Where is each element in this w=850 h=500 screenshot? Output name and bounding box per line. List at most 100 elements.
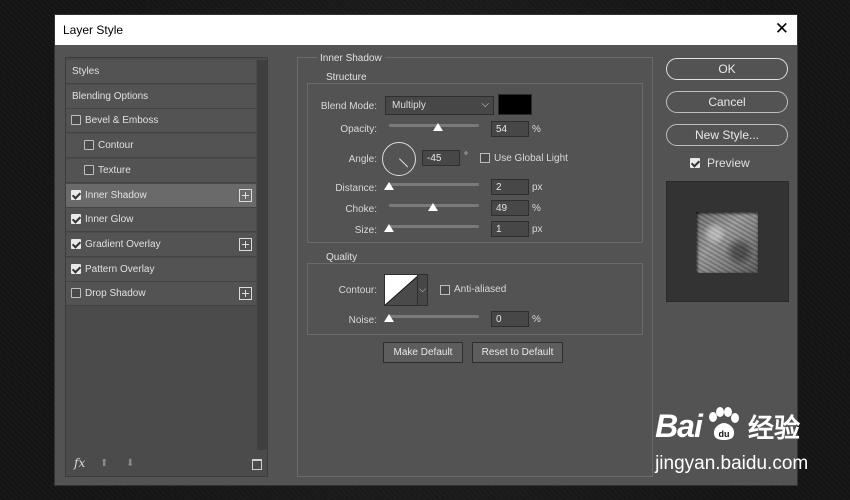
opacity-slider-thumb[interactable] bbox=[432, 123, 443, 131]
choke-slider-thumb[interactable] bbox=[428, 203, 439, 211]
sidebar-item-label: Styles bbox=[72, 66, 100, 77]
sidebar-item-label: Inner Glow bbox=[85, 214, 134, 226]
distance-input[interactable]: 2 bbox=[491, 179, 529, 195]
angle-input[interactable]: -45 bbox=[422, 150, 460, 166]
distance-slider-thumb[interactable] bbox=[384, 182, 394, 190]
angle-label: Angle: bbox=[348, 154, 377, 165]
blend-mode-label: Blend Mode: bbox=[320, 101, 377, 112]
noise-slider-thumb[interactable] bbox=[384, 314, 394, 322]
blend-mode-select[interactable]: Multiply ⌵ bbox=[385, 96, 494, 115]
chevron-down-icon: ⌵ bbox=[481, 99, 489, 110]
opacity-unit: % bbox=[532, 124, 541, 135]
anti-aliased-label: Anti-aliased bbox=[454, 284, 507, 295]
make-default-button[interactable]: Make Default bbox=[383, 342, 463, 363]
sidebar-item-drop-shadow[interactable]: Drop Shadow bbox=[66, 282, 256, 307]
ok-button[interactable]: OK bbox=[666, 58, 788, 80]
sidebar-item-label: Gradient Overlay bbox=[85, 238, 161, 250]
styles-list-scrollbar[interactable] bbox=[257, 60, 267, 450]
size-input[interactable]: 1 bbox=[491, 221, 529, 237]
opacity-label: Opacity: bbox=[340, 124, 377, 135]
choke-unit: % bbox=[532, 203, 541, 214]
sidebar-item-label: Texture bbox=[98, 164, 131, 176]
noise-unit: % bbox=[532, 314, 541, 325]
blend-mode-value: Multiply bbox=[392, 100, 426, 111]
sidebar-item-label: Bevel & Emboss bbox=[85, 115, 159, 127]
angle-unit: ° bbox=[464, 151, 468, 162]
distance-slider[interactable] bbox=[384, 182, 479, 190]
sidebar-item-texture[interactable]: Texture bbox=[66, 158, 256, 183]
opacity-slider[interactable] bbox=[389, 123, 479, 131]
choke-label: Choke: bbox=[345, 204, 377, 215]
noise-label: Noise: bbox=[348, 315, 377, 326]
sidebar-item-checkbox[interactable] bbox=[71, 238, 81, 249]
watermark-url: jingyan.baidu.com bbox=[655, 453, 809, 474]
trash-icon[interactable] bbox=[252, 459, 262, 470]
preview-box bbox=[666, 181, 789, 302]
contour-curve-icon bbox=[385, 275, 419, 305]
sidebar-item-checkbox[interactable] bbox=[71, 115, 81, 126]
size-unit: px bbox=[532, 224, 543, 235]
watermark: Bai du 经验 jingyan.baidu.com bbox=[655, 407, 808, 474]
svg-text:du: du bbox=[718, 429, 729, 439]
size-slider[interactable] bbox=[384, 224, 479, 232]
use-global-light-checkbox[interactable] bbox=[480, 153, 490, 163]
sidebar-item-checkbox[interactable] bbox=[84, 164, 94, 175]
sidebar-item-contour[interactable]: Contour bbox=[66, 134, 256, 159]
sidebar-item-blending-options[interactable]: Blending Options bbox=[66, 84, 256, 109]
sidebar-item-checkbox[interactable] bbox=[71, 189, 81, 200]
size-label: Size: bbox=[354, 225, 377, 236]
add-effect-icon[interactable] bbox=[239, 188, 252, 202]
paw-logo-icon: du bbox=[708, 407, 739, 440]
sidebar-item-inner-shadow[interactable]: Inner Shadow bbox=[66, 183, 256, 208]
distance-label: Distance: bbox=[335, 183, 377, 194]
sidebar-item-label: Drop Shadow bbox=[85, 288, 146, 300]
contour-dropdown[interactable]: ⌵ bbox=[417, 274, 428, 306]
choke-input[interactable]: 49 bbox=[491, 200, 529, 216]
quality-title: Quality bbox=[323, 252, 361, 263]
add-effect-icon[interactable] bbox=[239, 237, 252, 251]
choke-slider[interactable] bbox=[389, 203, 479, 211]
contour-preview[interactable] bbox=[384, 274, 420, 306]
sidebar-item-label: Blending Options bbox=[72, 90, 149, 102]
dialog-title: Layer Style bbox=[63, 23, 124, 37]
noise-input[interactable]: 0 bbox=[491, 311, 529, 327]
close-icon[interactable]: ✕ bbox=[775, 19, 789, 39]
sidebar-item-checkbox[interactable] bbox=[71, 263, 81, 274]
sidebar-item-gradient-overlay[interactable]: Gradient Overlay bbox=[66, 232, 256, 257]
size-slider-thumb[interactable] bbox=[384, 224, 394, 232]
add-effect-icon[interactable] bbox=[239, 287, 252, 301]
preview-label: Preview bbox=[707, 156, 750, 170]
angle-dial-hand bbox=[399, 158, 409, 168]
sidebar-item-label: Inner Shadow bbox=[85, 189, 147, 201]
cancel-button[interactable]: Cancel bbox=[666, 91, 788, 113]
move-up-icon[interactable]: ⬆ bbox=[100, 458, 108, 469]
sidebar-item-checkbox[interactable] bbox=[71, 288, 81, 299]
use-global-light-label: Use Global Light bbox=[494, 153, 568, 164]
distance-unit: px bbox=[532, 182, 543, 193]
reset-to-default-button[interactable]: Reset to Default bbox=[472, 342, 563, 363]
noise-slider[interactable] bbox=[384, 314, 479, 322]
title-bar: Layer Style ✕ bbox=[55, 15, 797, 45]
watermark-logo-text: Bai bbox=[655, 408, 703, 444]
move-down-icon[interactable]: ⬇ bbox=[126, 458, 134, 469]
sidebar-item-checkbox[interactable] bbox=[71, 214, 81, 225]
new-style-button[interactable]: New Style... bbox=[666, 124, 788, 146]
styles-list-panel: Styles Blending Options Bevel & Emboss Cont… bbox=[65, 57, 268, 477]
sidebar-item-styles[interactable]: Styles bbox=[66, 60, 256, 84]
contour-label: Contour: bbox=[338, 285, 377, 296]
sidebar-item-inner-glow[interactable]: Inner Glow bbox=[66, 208, 256, 233]
shadow-color-swatch[interactable] bbox=[498, 94, 532, 115]
sidebar-item-pattern-overlay[interactable]: Pattern Overlay bbox=[66, 257, 256, 282]
sidebar-item-label: Contour bbox=[98, 140, 134, 152]
panel-title: Inner Shadow bbox=[317, 53, 385, 64]
preview-checkbox[interactable] bbox=[690, 158, 700, 168]
sidebar-item-checkbox[interactable] bbox=[84, 140, 94, 151]
angle-dial[interactable] bbox=[382, 142, 416, 176]
fx-icon[interactable]: fx bbox=[74, 456, 85, 470]
preview-thumbnail bbox=[696, 212, 758, 273]
watermark-chinese-text: 经验 bbox=[747, 413, 800, 443]
structure-title: Structure bbox=[323, 72, 370, 83]
anti-aliased-checkbox[interactable] bbox=[440, 285, 450, 295]
sidebar-item-bevel-emboss[interactable]: Bevel & Emboss bbox=[66, 109, 256, 134]
opacity-input[interactable]: 54 bbox=[491, 121, 529, 137]
